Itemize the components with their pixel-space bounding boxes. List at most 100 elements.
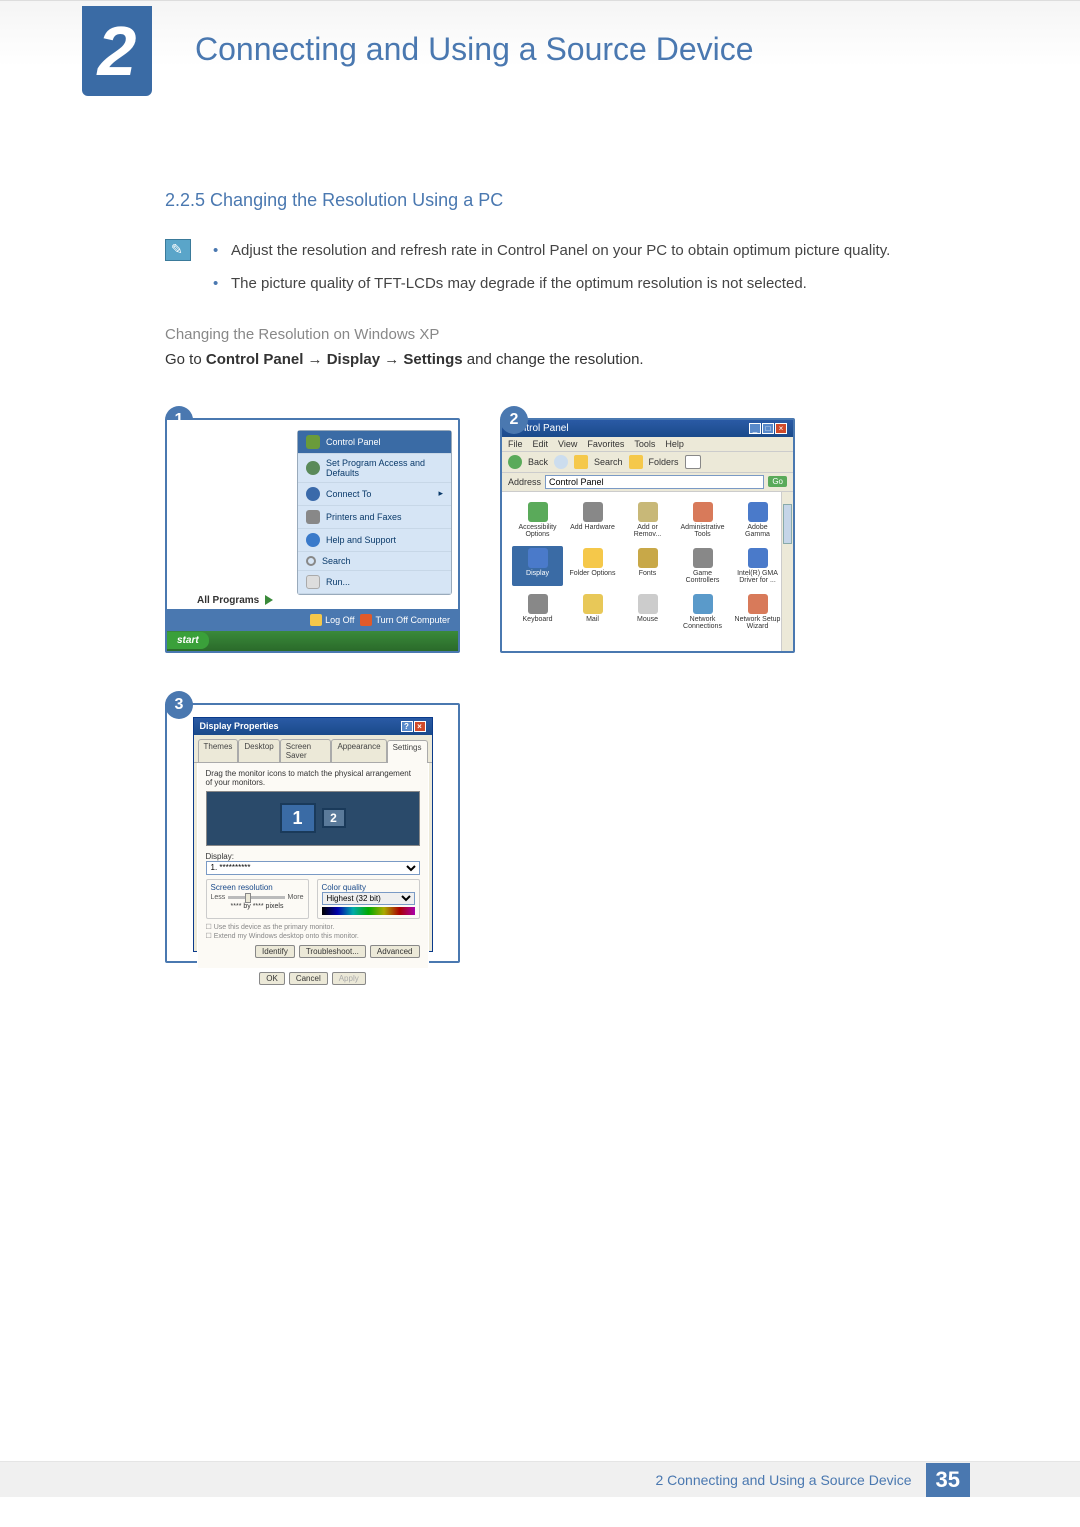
help-button[interactable]: ?	[401, 721, 413, 732]
back-icon[interactable]	[508, 455, 522, 469]
troubleshoot-button[interactable]: Troubleshoot...	[299, 945, 366, 958]
menu-favorites[interactable]: Favorites	[587, 439, 624, 449]
cp-icon-mouse[interactable]: Mouse	[622, 592, 673, 632]
identify-button[interactable]: Identify	[255, 945, 295, 958]
connect-icon	[306, 487, 320, 501]
menu-help[interactable]: Help	[665, 439, 684, 449]
defaults-icon	[306, 461, 320, 475]
label: Mail	[586, 616, 599, 623]
add-remove-icon	[638, 502, 658, 522]
mouse-icon	[638, 594, 658, 614]
tabs-bar: Themes Desktop Screen Saver Appearance S…	[194, 735, 432, 763]
start-menu-item-control-panel[interactable]: Control Panel	[298, 431, 451, 454]
search-label[interactable]: Search	[594, 457, 623, 467]
menu-file[interactable]: File	[508, 439, 523, 449]
go-button[interactable]: Go	[768, 476, 787, 487]
advanced-button[interactable]: Advanced	[370, 945, 420, 958]
monitor-1[interactable]: 1	[280, 803, 316, 833]
up-icon[interactable]	[574, 455, 588, 469]
cp-icon-folder-options[interactable]: Folder Options	[567, 546, 618, 586]
start-menu-item-printers[interactable]: Printers and Faxes	[298, 506, 451, 529]
section-heading: 2.2.5 Changing the Resolution Using a PC	[165, 190, 960, 211]
views-icon[interactable]	[685, 455, 701, 469]
display-icon	[528, 548, 548, 568]
figures-row-1: 1 Control Panel Set Program Access and D…	[165, 418, 960, 653]
content-area: 2.2.5 Changing the Resolution Using a PC…	[0, 110, 1080, 963]
mail-icon	[583, 594, 603, 614]
start-menu-item-run[interactable]: Run...	[298, 571, 451, 594]
address-label: Address	[508, 477, 541, 487]
note-block: Adjust the resolution and refresh rate i…	[165, 239, 960, 306]
label: Network Setup Wizard	[734, 616, 781, 630]
start-button[interactable]: start	[167, 632, 209, 649]
chapter-title: Connecting and Using a Source Device	[195, 31, 754, 68]
monitor-2[interactable]: 2	[322, 808, 346, 828]
cp-icon-netwizard[interactable]: Network Setup Wizard	[732, 592, 783, 632]
cp-icon-network[interactable]: Network Connections	[677, 592, 728, 632]
tab-appearance[interactable]: Appearance	[331, 739, 386, 762]
bold-text: Display	[327, 351, 380, 368]
tab-screensaver[interactable]: Screen Saver	[280, 739, 332, 762]
cp-icon-add-hardware[interactable]: Add Hardware	[567, 500, 618, 540]
cp-icon-keyboard[interactable]: Keyboard	[512, 592, 563, 632]
turnoff-button[interactable]: Turn Off Computer	[360, 614, 450, 626]
tab-settings[interactable]: Settings	[387, 740, 428, 763]
cp-icon-fonts[interactable]: Fonts	[622, 546, 673, 586]
scrollbar[interactable]	[781, 492, 793, 651]
checkbox-extend[interactable]: ☐ Extend my Windows desktop onto this mo…	[206, 932, 420, 941]
label: Help and Support	[326, 535, 396, 545]
cp-icon-mail[interactable]: Mail	[567, 592, 618, 632]
forward-icon[interactable]	[554, 455, 568, 469]
minimize-button[interactable]: _	[749, 423, 761, 434]
checkbox-primary[interactable]: ☐ Use this device as the primary monitor…	[206, 923, 420, 932]
cp-icon-accessibility[interactable]: Accessibility Options	[512, 500, 563, 540]
cancel-button[interactable]: Cancel	[289, 972, 328, 985]
label: Intel(R) GMA Driver for ...	[734, 570, 781, 584]
label: Log Off	[325, 615, 354, 625]
close-button[interactable]: ×	[414, 721, 426, 732]
cp-icon-admin[interactable]: Administrative Tools	[677, 500, 728, 540]
start-menu-item-help[interactable]: Help and Support	[298, 529, 451, 552]
all-programs-button[interactable]: All Programs	[197, 595, 273, 606]
display-select[interactable]: 1. **********	[206, 861, 420, 875]
close-button[interactable]: ×	[775, 423, 787, 434]
address-bar: Address Go	[502, 473, 793, 492]
monitor-arrangement[interactable]: 1 2	[206, 791, 420, 846]
color-quality-select[interactable]: Highest (32 bit)	[322, 892, 415, 905]
cp-icon-add-remove[interactable]: Add or Remov...	[622, 500, 673, 540]
menu-edit[interactable]: Edit	[533, 439, 549, 449]
start-menu-item-connect[interactable]: Connect To▸	[298, 483, 451, 506]
window-titlebar: Control Panel _□×	[502, 420, 793, 437]
label: Set Program Access and Defaults	[326, 458, 443, 478]
folders-icon[interactable]	[629, 455, 643, 469]
address-input[interactable]	[545, 475, 764, 489]
tab-themes[interactable]: Themes	[198, 739, 239, 762]
fonts-icon	[638, 548, 658, 568]
resolution-slider[interactable]: Less More	[211, 894, 304, 901]
cp-icon-game[interactable]: Game Controllers	[677, 546, 728, 586]
start-menu-item-defaults[interactable]: Set Program Access and Defaults	[298, 454, 451, 483]
maximize-button[interactable]: □	[762, 423, 774, 434]
admin-icon	[693, 502, 713, 522]
ok-button[interactable]: OK	[259, 972, 285, 985]
slider-thumb[interactable]	[245, 893, 251, 903]
text: and change the resolution.	[463, 351, 644, 368]
color-quality-group: Color quality Highest (32 bit)	[317, 879, 420, 919]
logoff-button[interactable]: Log Off	[310, 614, 354, 626]
tab-desktop[interactable]: Desktop	[238, 739, 279, 762]
menu-view[interactable]: View	[558, 439, 577, 449]
start-menu-item-search[interactable]: Search	[298, 552, 451, 571]
cp-icon-gamma[interactable]: Adobe Gamma	[732, 500, 783, 540]
chapter-badge: 2	[82, 6, 152, 96]
label: All Programs	[197, 595, 259, 606]
apply-button[interactable]: Apply	[332, 972, 366, 985]
scroll-thumb[interactable]	[783, 504, 792, 544]
help-icon	[306, 533, 320, 547]
sub-heading: Changing the Resolution on Windows XP	[165, 326, 960, 343]
folder-icon	[583, 548, 603, 568]
cp-icon-intel[interactable]: Intel(R) GMA Driver for ...	[732, 546, 783, 586]
label: Administrative Tools	[679, 524, 726, 538]
more-label: More	[288, 894, 304, 901]
menu-tools[interactable]: Tools	[634, 439, 655, 449]
cp-icon-display[interactable]: Display	[512, 546, 563, 586]
